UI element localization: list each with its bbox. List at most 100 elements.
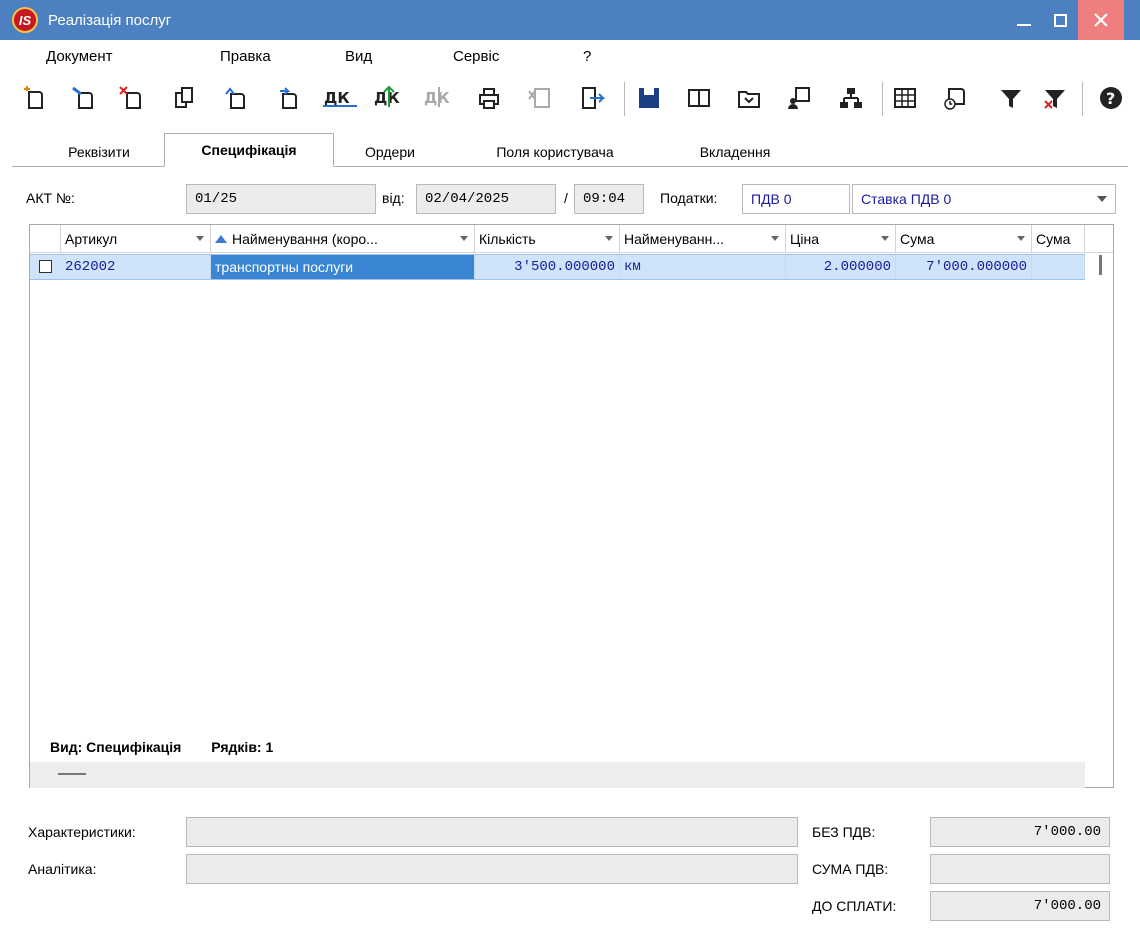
book-icon[interactable] <box>686 84 712 112</box>
cell-unit[interactable]: км <box>620 255 786 279</box>
toolbar-separator <box>624 82 625 116</box>
to-pay-label: ДО СПЛАТИ: <box>812 898 897 914</box>
tab-requisites[interactable]: Реквізити <box>38 138 160 166</box>
column-header-label: Сума <box>900 231 935 247</box>
menu-help[interactable]: ? <box>583 48 591 65</box>
column-header-article[interactable]: Артикул <box>61 225 211 253</box>
dk-icon[interactable]: ДК <box>322 84 358 112</box>
table-footer: Вид: Специфікація Рядків: 1 <box>50 739 273 755</box>
chevron-down-icon[interactable] <box>460 236 468 241</box>
tab-attachments[interactable]: Вкладення <box>670 138 800 166</box>
cell-quantity[interactable]: 3'500.000000 <box>475 255 620 279</box>
cell-sum[interactable]: 7'000.000000 <box>896 255 1032 279</box>
column-header-label: Найменування (коро... <box>232 231 378 247</box>
analytics-field[interactable] <box>186 854 798 884</box>
cell-sum-2[interactable] <box>1032 255 1085 279</box>
specification-table: Артикул Найменування (коро... Кількість … <box>29 224 1114 788</box>
tax-code-field[interactable]: ПДВ 0 <box>742 184 850 214</box>
chevron-down-icon[interactable] <box>881 236 889 241</box>
excel-disabled-icon <box>526 84 552 112</box>
chevron-down-icon[interactable] <box>605 236 613 241</box>
characteristics-label: Характеристики: <box>28 824 136 840</box>
vertical-scrollbar[interactable] <box>1099 255 1102 275</box>
menu-bar: Документ Правка Вид Сервіс ? <box>0 44 1140 72</box>
table-icon[interactable] <box>892 84 918 112</box>
minimize-button[interactable] <box>1006 0 1042 40</box>
chevron-down-icon[interactable] <box>1097 196 1107 202</box>
view-name-label: Вид: Специфікація <box>50 739 182 755</box>
forward-doc-icon[interactable] <box>274 84 300 112</box>
edit-doc-icon[interactable] <box>70 84 96 112</box>
act-number-label: АКТ №: <box>26 190 75 206</box>
column-header-quantity[interactable]: Кількість <box>475 225 620 253</box>
date-field[interactable]: 02/04/2025 <box>416 184 556 214</box>
analytics-label: Аналітика: <box>28 861 97 877</box>
chevron-down-icon[interactable] <box>771 236 779 241</box>
column-header-label: Ціна <box>790 231 819 247</box>
tab-specification[interactable]: Специфікація <box>164 133 334 167</box>
column-header-label: Найменуванн... <box>624 231 725 247</box>
column-header-select <box>30 225 61 253</box>
menu-document[interactable]: Документ <box>46 48 113 65</box>
cell-name[interactable]: транспортны послуги <box>211 255 475 279</box>
to-pay-field: 7'000.00 <box>930 891 1110 921</box>
minimize-icon <box>1017 24 1031 26</box>
sort-ascending-icon <box>215 235 227 243</box>
hierarchy-icon[interactable] <box>838 84 864 112</box>
return-doc-icon[interactable] <box>222 84 248 112</box>
time-field[interactable]: 09:04 <box>574 184 644 214</box>
taxes-label: Податки: <box>660 190 718 206</box>
save-icon[interactable] <box>636 84 662 112</box>
act-number-field[interactable]: 01/25 <box>186 184 376 214</box>
column-header-name[interactable]: Найменування (коро... <box>211 225 475 253</box>
horizontal-scrollbar[interactable] <box>30 762 1085 788</box>
row-checkbox[interactable] <box>39 260 52 273</box>
export-icon[interactable] <box>580 84 606 112</box>
window-title: Реалізація послуг <box>48 11 172 29</box>
chevron-down-icon[interactable] <box>196 236 204 241</box>
maximize-icon <box>1053 13 1067 27</box>
toolbar-separator <box>1082 82 1083 116</box>
tax-rate-select[interactable]: Ставка ПДВ 0 <box>852 184 1116 214</box>
chevron-down-icon[interactable] <box>1017 236 1025 241</box>
dk-green-icon[interactable]: ДК <box>372 84 408 112</box>
table-row[interactable]: 262002 транспортны послуги 3'500.000000 … <box>30 254 1085 280</box>
vat-sum-label: СУМА ПДВ: <box>812 861 889 877</box>
date-label: від: <box>382 190 405 206</box>
maximize-button[interactable] <box>1042 0 1078 40</box>
user-icon[interactable] <box>786 84 812 112</box>
tab-user-fields[interactable]: Поля користувача <box>455 138 655 166</box>
history-icon[interactable] <box>942 84 968 112</box>
copy-doc-icon[interactable] <box>172 84 198 112</box>
close-button[interactable] <box>1078 0 1124 40</box>
column-header-price[interactable]: Ціна <box>786 225 896 253</box>
clear-filter-icon[interactable] <box>1042 84 1068 112</box>
column-header-sum-2[interactable]: Сума <box>1032 225 1085 253</box>
app-logo-icon: IS <box>12 7 38 33</box>
no-vat-field: 7'000.00 <box>930 817 1110 847</box>
help-icon[interactable]: ? <box>1098 84 1124 112</box>
menu-service[interactable]: Сервіс <box>453 48 499 65</box>
column-header-sum[interactable]: Сума <box>896 225 1032 253</box>
menu-view[interactable]: Вид <box>345 48 372 65</box>
main-window: IS Реалізація послуг Документ Правка Вид… <box>0 0 1140 928</box>
print-icon[interactable] <box>476 84 502 112</box>
column-header-label: Сума <box>1036 231 1071 247</box>
toolbar-separator <box>882 82 883 116</box>
dk-disabled-icon: ДК <box>422 84 458 112</box>
cell-article[interactable]: 262002 <box>61 255 211 279</box>
svg-text:?: ? <box>1106 89 1115 108</box>
cell-price[interactable]: 2.000000 <box>786 255 896 279</box>
filter-icon[interactable] <box>998 84 1024 112</box>
close-icon <box>1094 13 1108 27</box>
scrollbar-thumb[interactable] <box>58 773 86 775</box>
toolbar: ДК ДК ДК ? <box>0 78 1140 120</box>
menu-edit[interactable]: Правка <box>220 48 271 65</box>
delete-doc-icon[interactable] <box>118 84 144 112</box>
characteristics-field[interactable] <box>186 817 798 847</box>
folder-icon[interactable] <box>736 84 762 112</box>
new-doc-icon[interactable] <box>20 84 46 112</box>
tab-orders[interactable]: Ордери <box>340 138 440 166</box>
no-vat-label: БЕЗ ПДВ: <box>812 824 876 840</box>
column-header-unit[interactable]: Найменуванн... <box>620 225 786 253</box>
